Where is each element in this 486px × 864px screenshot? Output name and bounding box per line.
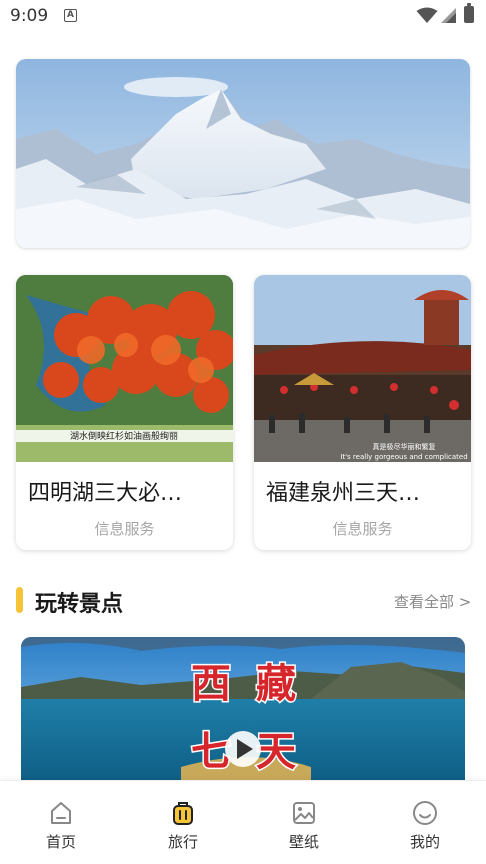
feature-overlay-char: 西 bbox=[191, 660, 231, 707]
card-quanzhou[interactable]: 真是极尽华丽和繁复 It's really gorgeous and compl… bbox=[254, 275, 471, 550]
card-image-caption-en: It's really gorgeous and complicated bbox=[340, 453, 467, 461]
feature-tibet[interactable]: 西 藏 七 天 bbox=[21, 637, 465, 780]
tibet-lake-photo: 西 藏 七 天 bbox=[21, 637, 465, 780]
tab-label: 我的 bbox=[409, 833, 440, 851]
section-title: 玩转景点 bbox=[35, 592, 124, 617]
smile-icon bbox=[413, 801, 437, 825]
card-image-caption: 湖水倒映红杉如油画般绚丽 bbox=[70, 430, 178, 442]
tab-label: 旅行 bbox=[167, 833, 198, 851]
feature-overlay-char: 天 bbox=[256, 728, 296, 775]
snow-mountain-photo bbox=[16, 59, 470, 248]
tab-bar: 首页 旅行 壁纸 我的 bbox=[0, 780, 486, 864]
play-icon bbox=[225, 731, 261, 767]
card-image: 真是极尽华丽和繁复 It's really gorgeous and compl… bbox=[254, 275, 471, 462]
status-time: 9:09 bbox=[10, 6, 49, 26]
view-all-link[interactable]: 查看全部 > bbox=[394, 591, 471, 612]
tab-wallpaper[interactable]: 壁纸 bbox=[243, 781, 365, 864]
banner-snow-mountain[interactable] bbox=[16, 59, 470, 248]
status-bar: 9:09 A bbox=[0, 0, 486, 32]
card-title: 福建泉州三天… bbox=[266, 481, 421, 506]
wifi-icon bbox=[416, 7, 438, 23]
tab-profile[interactable]: 我的 bbox=[364, 781, 486, 864]
card-image-caption: 真是极尽华丽和繁复 bbox=[373, 442, 436, 451]
tab-travel[interactable]: 旅行 bbox=[122, 781, 244, 864]
home-icon bbox=[51, 802, 71, 824]
luggage-icon bbox=[173, 802, 193, 825]
feature-overlay-char: 七 bbox=[191, 728, 231, 775]
signal-icon bbox=[441, 8, 456, 23]
card-siming-lake[interactable]: 湖水倒映红杉如油画般绚丽 四明湖三大必… 信息服务 bbox=[16, 275, 233, 550]
battery-icon bbox=[464, 3, 474, 23]
tab-label: 首页 bbox=[45, 833, 76, 851]
feature-overlay-char: 藏 bbox=[256, 660, 296, 707]
notification-icon: A bbox=[64, 9, 77, 22]
card-image: 湖水倒映红杉如油画般绚丽 bbox=[16, 275, 233, 462]
tab-label: 壁纸 bbox=[288, 833, 319, 851]
image-icon bbox=[293, 802, 315, 824]
section-accent-bar bbox=[16, 587, 23, 613]
card-subtitle: 信息服务 bbox=[94, 520, 155, 538]
tab-home[interactable]: 首页 bbox=[0, 781, 122, 864]
quanzhou-temple-photo: 真是极尽华丽和繁复 It's really gorgeous and compl… bbox=[254, 275, 471, 462]
red-forest-lake-photo: 湖水倒映红杉如油画般绚丽 bbox=[16, 275, 233, 462]
card-title: 四明湖三大必… bbox=[28, 481, 183, 506]
card-subtitle: 信息服务 bbox=[332, 520, 393, 538]
